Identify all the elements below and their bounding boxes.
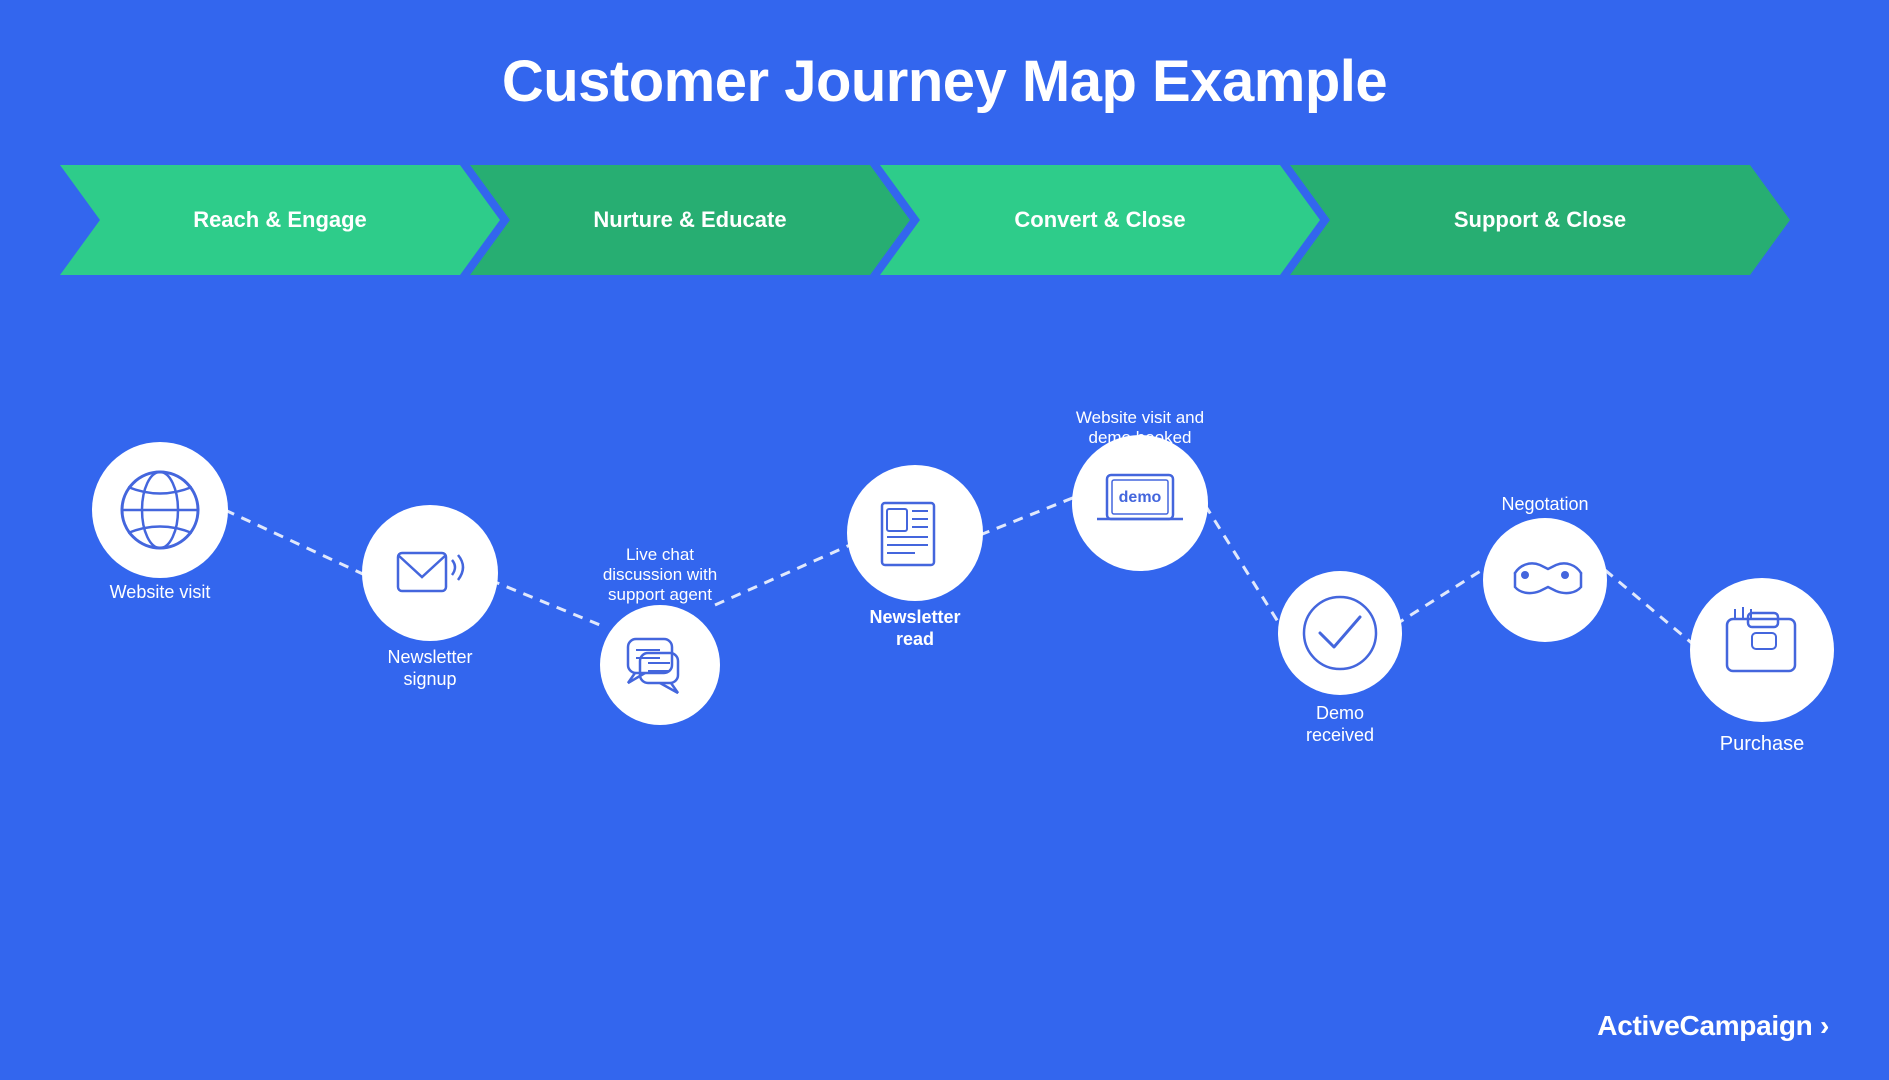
stage-nurture-educate: Nurture & Educate [470, 165, 910, 275]
stage-support-close: Support & Close [1290, 165, 1790, 275]
svg-text:support agent: support agent [608, 585, 712, 604]
svg-text:Purchase: Purchase [1720, 733, 1805, 755]
node-negotiation: Negotation [1483, 494, 1607, 642]
stage-banner: Reach & Engage Nurture & Educate Convert… [60, 165, 1829, 275]
svg-text:Demo: Demo [1316, 703, 1364, 723]
label-website-visit: Website visit [110, 582, 211, 602]
node-demo-booked: Website visit and demo booked demo [1072, 408, 1208, 571]
svg-text:demo: demo [1119, 489, 1162, 506]
svg-text:received: received [1306, 725, 1374, 745]
stage-convert-close: Convert & Close [880, 165, 1320, 275]
node-website-visit: Website visit [92, 442, 228, 602]
node-live-chat: Live chat discussion with support agent [600, 545, 720, 725]
svg-text:Negotation: Negotation [1501, 494, 1588, 514]
svg-text:signup: signup [403, 669, 456, 689]
svg-text:Live chat: Live chat [626, 545, 694, 564]
brand-logo: ActiveCampaign › [1597, 1010, 1829, 1042]
svg-text:Newsletter: Newsletter [869, 607, 960, 627]
svg-text:read: read [896, 629, 934, 649]
journey-area: Website visit Newsletter signup Live cha… [0, 355, 1889, 1080]
node-newsletter-signup: Newsletter signup [362, 505, 498, 689]
node-newsletter-read: Newsletter read [847, 465, 983, 649]
svg-text:discussion with: discussion with [603, 565, 717, 584]
svg-text:Newsletter: Newsletter [387, 647, 472, 667]
node-demo-received: Demo received [1278, 571, 1402, 745]
svg-text:Website visit and: Website visit and [1076, 408, 1204, 427]
brand-arrow: › [1820, 1010, 1829, 1041]
page-title: Customer Journey Map Example [0, 0, 1889, 115]
stage-reach-engage: Reach & Engage [60, 165, 500, 275]
node-purchase: Purchase [1690, 578, 1834, 755]
